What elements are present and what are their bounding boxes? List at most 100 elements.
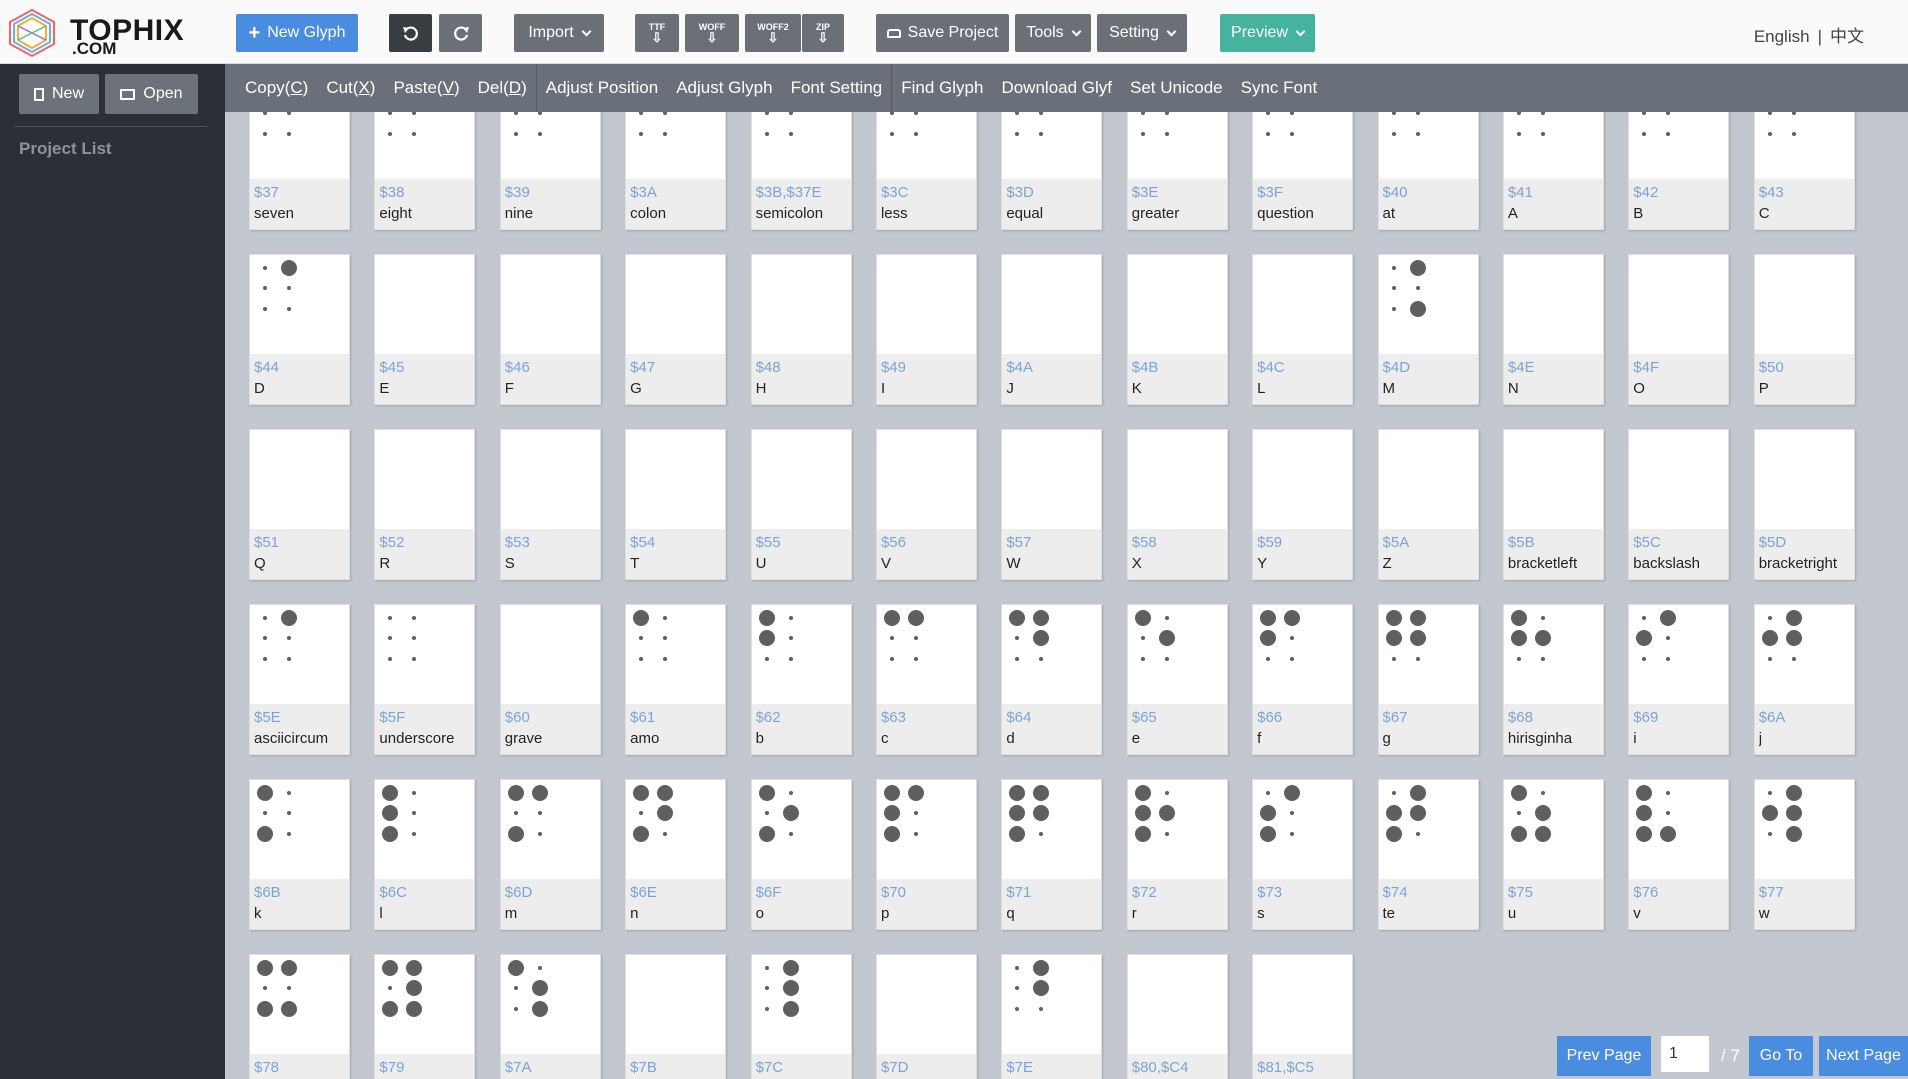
glyph-card[interactable]: $63 c <box>875 604 977 755</box>
glyph-card[interactable]: $76 v <box>1628 779 1730 930</box>
paste-button[interactable]: Paste(V) <box>384 64 468 112</box>
glyph-card[interactable]: $46 F <box>499 254 601 405</box>
tools-dropdown[interactable]: Tools <box>1015 14 1091 52</box>
download-woff2-button[interactable]: WOFF2 ⇩ <box>745 14 801 52</box>
glyph-card[interactable]: $62 b <box>750 604 852 755</box>
glyph-card[interactable]: $52 R <box>374 429 476 580</box>
glyph-card[interactable]: $66 f <box>1252 604 1354 755</box>
adjust-glyph-button[interactable]: Adjust Glyph <box>667 64 781 112</box>
glyph-card[interactable]: $6A j <box>1753 604 1855 755</box>
copy-button[interactable]: Copy(C) <box>226 64 317 112</box>
glyph-card[interactable]: $61 amo <box>625 604 727 755</box>
glyph-card[interactable]: $5D bracketright <box>1753 429 1855 580</box>
glyph-card[interactable]: $7Az <box>499 954 601 1079</box>
glyph-card[interactable]: $5E asciicircum <box>249 604 350 755</box>
glyph-card[interactable]: $6B k <box>249 779 350 930</box>
glyph-card[interactable]: $71 q <box>1001 779 1103 930</box>
glyph-card[interactable]: $7Dbraceright <box>875 954 977 1079</box>
glyph-card[interactable]: $51 Q <box>249 429 350 580</box>
adjust-position-button[interactable]: Adjust Position <box>537 64 667 112</box>
glyph-card[interactable]: $56 V <box>875 429 977 580</box>
glyph-card[interactable]: $7Easciitilde <box>1001 954 1103 1079</box>
glyph-card[interactable]: $37 seven <box>249 112 350 230</box>
glyph-card[interactable]: $74 te <box>1377 779 1479 930</box>
new-glyph-button[interactable]: + New Glyph <box>236 14 358 52</box>
sync-font-button[interactable]: Sync Font <box>1232 64 1327 112</box>
glyph-card[interactable]: $5F underscore <box>374 604 476 755</box>
lang-english[interactable]: English <box>1754 27 1810 46</box>
glyph-card[interactable]: $3A colon <box>625 112 727 230</box>
glyph-card[interactable]: $80,$C4Adieresis <box>1126 954 1228 1079</box>
glyph-card[interactable]: $4E N <box>1502 254 1604 405</box>
glyph-card[interactable]: $53 S <box>499 429 601 580</box>
glyph-card[interactable]: $57 W <box>1001 429 1103 580</box>
new-project-button[interactable]: New <box>19 74 99 114</box>
glyph-card[interactable]: $64 d <box>1001 604 1103 755</box>
glyph-card[interactable]: $65 e <box>1126 604 1228 755</box>
setting-dropdown[interactable]: Setting <box>1097 14 1187 52</box>
undo-button[interactable] <box>389 14 432 52</box>
glyph-card[interactable]: $48 H <box>750 254 852 405</box>
glyph-card[interactable]: $4F O <box>1628 254 1730 405</box>
glyph-card[interactable]: $50 P <box>1753 254 1855 405</box>
glyph-card[interactable]: $7Bbraceleft <box>625 954 727 1079</box>
glyph-card[interactable]: $3D equal <box>1001 112 1103 230</box>
glyph-card[interactable]: $5B bracketleft <box>1502 429 1604 580</box>
set-unicode-button[interactable]: Set Unicode <box>1121 64 1232 112</box>
glyph-card[interactable]: $41 A <box>1502 112 1604 230</box>
glyph-card[interactable]: $3C less <box>875 112 977 230</box>
preview-dropdown[interactable]: Preview <box>1220 14 1315 52</box>
glyph-card[interactable]: $6C l <box>374 779 476 930</box>
glyph-card[interactable]: $6E n <box>625 779 727 930</box>
glyph-card[interactable]: $42 B <box>1628 112 1730 230</box>
glyph-card[interactable]: $54 T <box>625 429 727 580</box>
logo[interactable]: TOPHIX .COM <box>6 8 196 58</box>
lang-chinese[interactable]: 中文 <box>1830 27 1864 46</box>
next-page-button[interactable]: Next Page <box>1819 1036 1908 1076</box>
glyph-card[interactable]: $75 u <box>1502 779 1604 930</box>
cut-button[interactable]: Cut(X) <box>317 64 384 112</box>
glyph-card[interactable]: $79y <box>374 954 476 1079</box>
glyph-card[interactable]: $5C backslash <box>1628 429 1730 580</box>
glyph-card[interactable]: $73 s <box>1252 779 1354 930</box>
glyph-card[interactable]: $69 i <box>1628 604 1730 755</box>
redo-button[interactable] <box>439 14 482 52</box>
glyph-card[interactable]: $5A Z <box>1377 429 1479 580</box>
glyph-card[interactable]: $70 p <box>875 779 977 930</box>
glyph-card[interactable]: $39 nine <box>499 112 601 230</box>
glyph-card[interactable]: $67 g <box>1377 604 1479 755</box>
glyph-card[interactable]: $4C L <box>1252 254 1354 405</box>
glyph-card[interactable]: $4A J <box>1001 254 1103 405</box>
save-project-button[interactable]: Save Project <box>876 14 1009 52</box>
delete-button[interactable]: Del(D) <box>469 64 536 112</box>
glyph-card[interactable]: $6F o <box>750 779 852 930</box>
glyph-card[interactable]: $4D M <box>1377 254 1479 405</box>
glyph-card[interactable]: $3E greater <box>1126 112 1228 230</box>
glyph-card[interactable]: $60 grave <box>499 604 601 755</box>
open-project-button[interactable]: Open <box>105 74 198 114</box>
glyph-card[interactable]: $43 C <box>1753 112 1855 230</box>
glyph-card[interactable]: $72 r <box>1126 779 1228 930</box>
glyph-card[interactable]: $77 w <box>1753 779 1855 930</box>
glyph-card[interactable]: $7Cbar <box>750 954 852 1079</box>
glyph-card[interactable]: $59 Y <box>1252 429 1354 580</box>
prev-page-button[interactable]: Prev Page <box>1557 1036 1651 1076</box>
glyph-card[interactable]: $6D m <box>499 779 601 930</box>
glyph-card[interactable]: $58 X <box>1126 429 1228 580</box>
page-number-input[interactable] <box>1660 1035 1710 1073</box>
glyph-card[interactable]: $49 I <box>875 254 977 405</box>
glyph-card[interactable]: $3B,$37E semicolon <box>750 112 852 230</box>
find-glyph-button[interactable]: Find Glyph <box>892 64 992 112</box>
download-glyf-button[interactable]: Download Glyf <box>992 64 1121 112</box>
import-dropdown[interactable]: Import <box>514 14 604 52</box>
glyph-card[interactable]: $55 U <box>750 429 852 580</box>
glyph-card[interactable]: $45 E <box>374 254 476 405</box>
font-setting-button[interactable]: Font Setting <box>782 64 892 112</box>
glyph-card[interactable]: $68 hirisginha <box>1502 604 1604 755</box>
glyph-card[interactable]: $4B K <box>1126 254 1228 405</box>
download-woff-button[interactable]: WOFF ⇩ <box>685 14 739 52</box>
glyph-card[interactable]: $44 D <box>249 254 350 405</box>
glyph-card[interactable]: $81,$C5Aring <box>1252 954 1354 1079</box>
glyph-card[interactable]: $3F question <box>1252 112 1354 230</box>
download-zip-button[interactable]: ZIP ⇩ <box>802 14 844 52</box>
